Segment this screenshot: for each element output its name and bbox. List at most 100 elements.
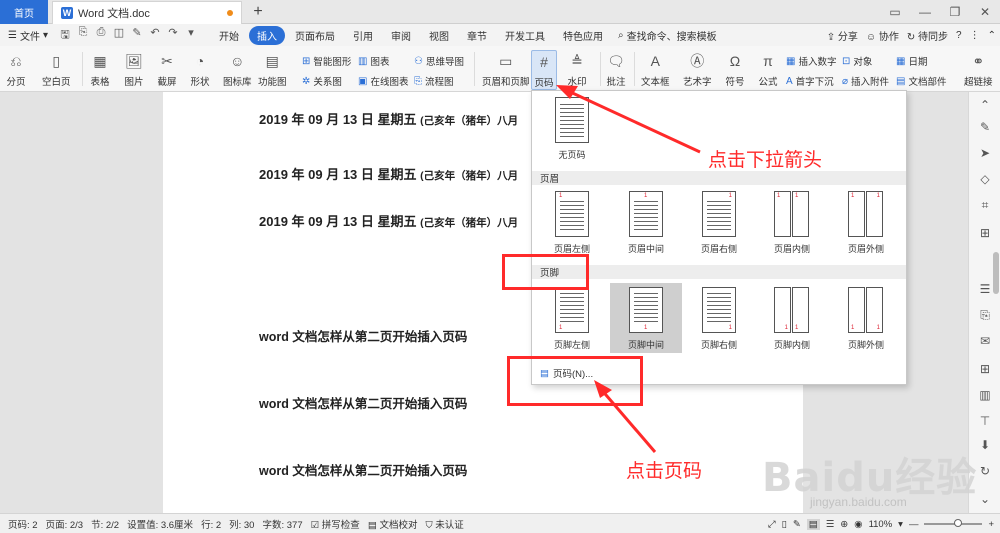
- zoom-in-button[interactable]: +: [988, 519, 994, 530]
- textbox-button[interactable]: A 文本框: [641, 52, 670, 88]
- redo-icon[interactable]: ↷: [166, 26, 180, 45]
- tab-view[interactable]: 视图: [421, 26, 457, 45]
- copy-icon[interactable]: ⎘: [978, 308, 992, 322]
- function-chart-button[interactable]: ▤ 功能图: [258, 52, 287, 89]
- footer-inside-option[interactable]: 1 1 页脚内侧: [762, 287, 822, 351]
- export-icon[interactable]: ⎘: [76, 26, 90, 45]
- header-inside-option[interactable]: 1 1 页眉内侧: [762, 191, 822, 255]
- spell-check-button[interactable]: ☑ 拼写检查: [311, 517, 360, 531]
- edit-icon[interactable]: ✎: [978, 120, 992, 134]
- file-menu[interactable]: ☰ 文件 ▾: [8, 28, 48, 43]
- footer-left-option[interactable]: 1 页脚左侧: [542, 287, 602, 351]
- tab-features[interactable]: 特色应用: [555, 26, 611, 45]
- date-button[interactable]: ▦ 日期: [896, 54, 927, 69]
- chat-icon[interactable]: ✉: [978, 334, 992, 348]
- comment-button[interactable]: 🗨 批注: [606, 52, 626, 89]
- doc-parts-button[interactable]: ▤ 文档部件: [896, 74, 946, 89]
- scrollbar-thumb[interactable]: [993, 252, 999, 294]
- apps-icon[interactable]: ⊞: [978, 362, 992, 376]
- chart-button[interactable]: ▥ 图表: [358, 54, 389, 69]
- status-setting[interactable]: 设置值: 3.6厘米: [127, 517, 193, 531]
- tab-insert[interactable]: 插入: [249, 25, 285, 45]
- undo-icon[interactable]: ↶: [148, 26, 162, 45]
- screenshot-button[interactable]: ✂ 截屏: [157, 52, 177, 89]
- footer-outside-option[interactable]: 1 1 页脚外侧: [836, 287, 896, 351]
- drop-cap-button[interactable]: A 首字下沉: [786, 74, 834, 89]
- layout-icon[interactable]: ▥: [978, 388, 992, 402]
- zoom-slider-knob[interactable]: [954, 519, 963, 527]
- hyperlink-button[interactable]: ⚭ 超链接: [964, 52, 993, 89]
- document-tab[interactable]: W Word 文档.doc: [52, 1, 242, 24]
- smart-art-button[interactable]: ⊞ 智能图形: [302, 54, 351, 69]
- tab-start[interactable]: 开始: [211, 26, 247, 45]
- more-icon[interactable]: ▾: [184, 26, 198, 45]
- header-footer-button[interactable]: ▭ 页眉和页脚: [482, 52, 530, 89]
- share-button[interactable]: ⇪ 分享: [827, 28, 858, 43]
- crop-icon[interactable]: ⌗: [978, 198, 992, 212]
- refresh-icon[interactable]: ↻: [978, 464, 992, 478]
- picture-button[interactable]: 🖼 图片: [124, 52, 144, 89]
- online-chart-button[interactable]: ▣ 在线图表: [358, 74, 408, 89]
- art-text-button[interactable]: Ⓐ 艺术字: [683, 52, 712, 88]
- certification-button[interactable]: ⛉ 未认证: [425, 517, 463, 531]
- download-icon[interactable]: ⬇: [978, 438, 992, 452]
- page-view-icon[interactable]: ▤: [806, 518, 820, 530]
- status-section[interactable]: 节: 2/2: [91, 517, 119, 531]
- tab-references[interactable]: 引用: [345, 26, 381, 45]
- expand-down-icon[interactable]: ⌄: [978, 492, 992, 506]
- help-button[interactable]: ?: [956, 30, 962, 41]
- new-tab-button[interactable]: +: [248, 2, 268, 22]
- print-icon[interactable]: ⎙: [94, 26, 108, 45]
- web-view-icon[interactable]: ⊕: [840, 519, 848, 530]
- tab-review[interactable]: 审阅: [383, 26, 419, 45]
- pointer-icon[interactable]: ➤: [978, 146, 992, 160]
- save-icon[interactable]: 🖫: [58, 26, 72, 45]
- insert-number-button[interactable]: ▦ 插入数字: [786, 54, 836, 69]
- watermark-button[interactable]: ≜ 水印: [567, 52, 587, 89]
- minimize-button[interactable]: —: [910, 0, 940, 24]
- footer-center-option[interactable]: 1 页脚中间: [610, 283, 682, 353]
- page-number-button[interactable]: # 页码: [531, 50, 557, 90]
- status-words[interactable]: 字数: 377: [262, 517, 302, 531]
- fullscreen-icon[interactable]: ⤢: [768, 519, 776, 530]
- relation-chart-button[interactable]: ✲ 关系图: [302, 74, 342, 89]
- collapse-icon[interactable]: ⌃: [978, 98, 992, 112]
- window-layout-button[interactable]: ▭: [880, 0, 910, 24]
- header-outside-option[interactable]: 1 1 页眉外侧: [836, 191, 896, 255]
- doc-proof-button[interactable]: ▤ 文档校对: [368, 517, 418, 531]
- sync-button[interactable]: ↻ 待同步: [907, 28, 948, 43]
- icon-library-button[interactable]: ☺ 图标库: [223, 52, 252, 88]
- tab-page-layout[interactable]: 页面布局: [287, 26, 343, 45]
- status-pages[interactable]: 页面: 2/3: [46, 517, 84, 531]
- footer-right-option[interactable]: 1 页脚右侧: [689, 287, 749, 351]
- mind-map-button[interactable]: ⚇ 思维导图: [414, 54, 464, 69]
- zoom-level[interactable]: 110%: [869, 519, 893, 530]
- header-left-option[interactable]: 1 页眉左侧: [542, 191, 602, 255]
- text-icon[interactable]: ⊤: [978, 414, 992, 428]
- zoom-out-button[interactable]: —: [909, 519, 919, 530]
- more-options-icon[interactable]: ⋮: [970, 30, 980, 41]
- object-button[interactable]: ⊡ 对象: [842, 54, 872, 69]
- format-painter-icon[interactable]: ✎: [130, 26, 144, 45]
- symbol-button[interactable]: Ω 符号: [725, 52, 745, 88]
- command-search[interactable]: ⌕ 查找命令、搜索模板: [618, 28, 717, 43]
- restore-button[interactable]: ❐: [940, 0, 970, 24]
- shape-button[interactable]: ◔ 形状: [190, 52, 210, 88]
- table-button[interactable]: ▦ 表格: [90, 52, 110, 89]
- shape-tool-icon[interactable]: ◇: [978, 172, 992, 186]
- page-break-button[interactable]: ⎌ 分页: [6, 52, 26, 89]
- header-right-option[interactable]: 1 页眉右侧: [689, 191, 749, 255]
- tab-developer[interactable]: 开发工具: [497, 26, 553, 45]
- blank-page-button[interactable]: ▯ 空白页: [42, 52, 71, 89]
- zoom-dropdown-icon[interactable]: ▾: [898, 519, 903, 530]
- collapse-ribbon-icon[interactable]: ⌃: [988, 30, 996, 41]
- eye-protect-icon[interactable]: ◉: [854, 519, 862, 530]
- zoom-slider[interactable]: [924, 519, 983, 527]
- tab-chapter[interactable]: 章节: [459, 26, 495, 45]
- flow-chart-button[interactable]: ⎘ 流程图: [414, 74, 454, 89]
- no-page-number-option[interactable]: 无页码: [542, 97, 602, 161]
- read-mode-icon[interactable]: ▯: [782, 519, 787, 530]
- collab-button[interactable]: ☺ 协作: [866, 28, 899, 43]
- header-center-option[interactable]: 1 页眉中间: [616, 191, 676, 255]
- status-page-no[interactable]: 页码: 2: [8, 517, 38, 531]
